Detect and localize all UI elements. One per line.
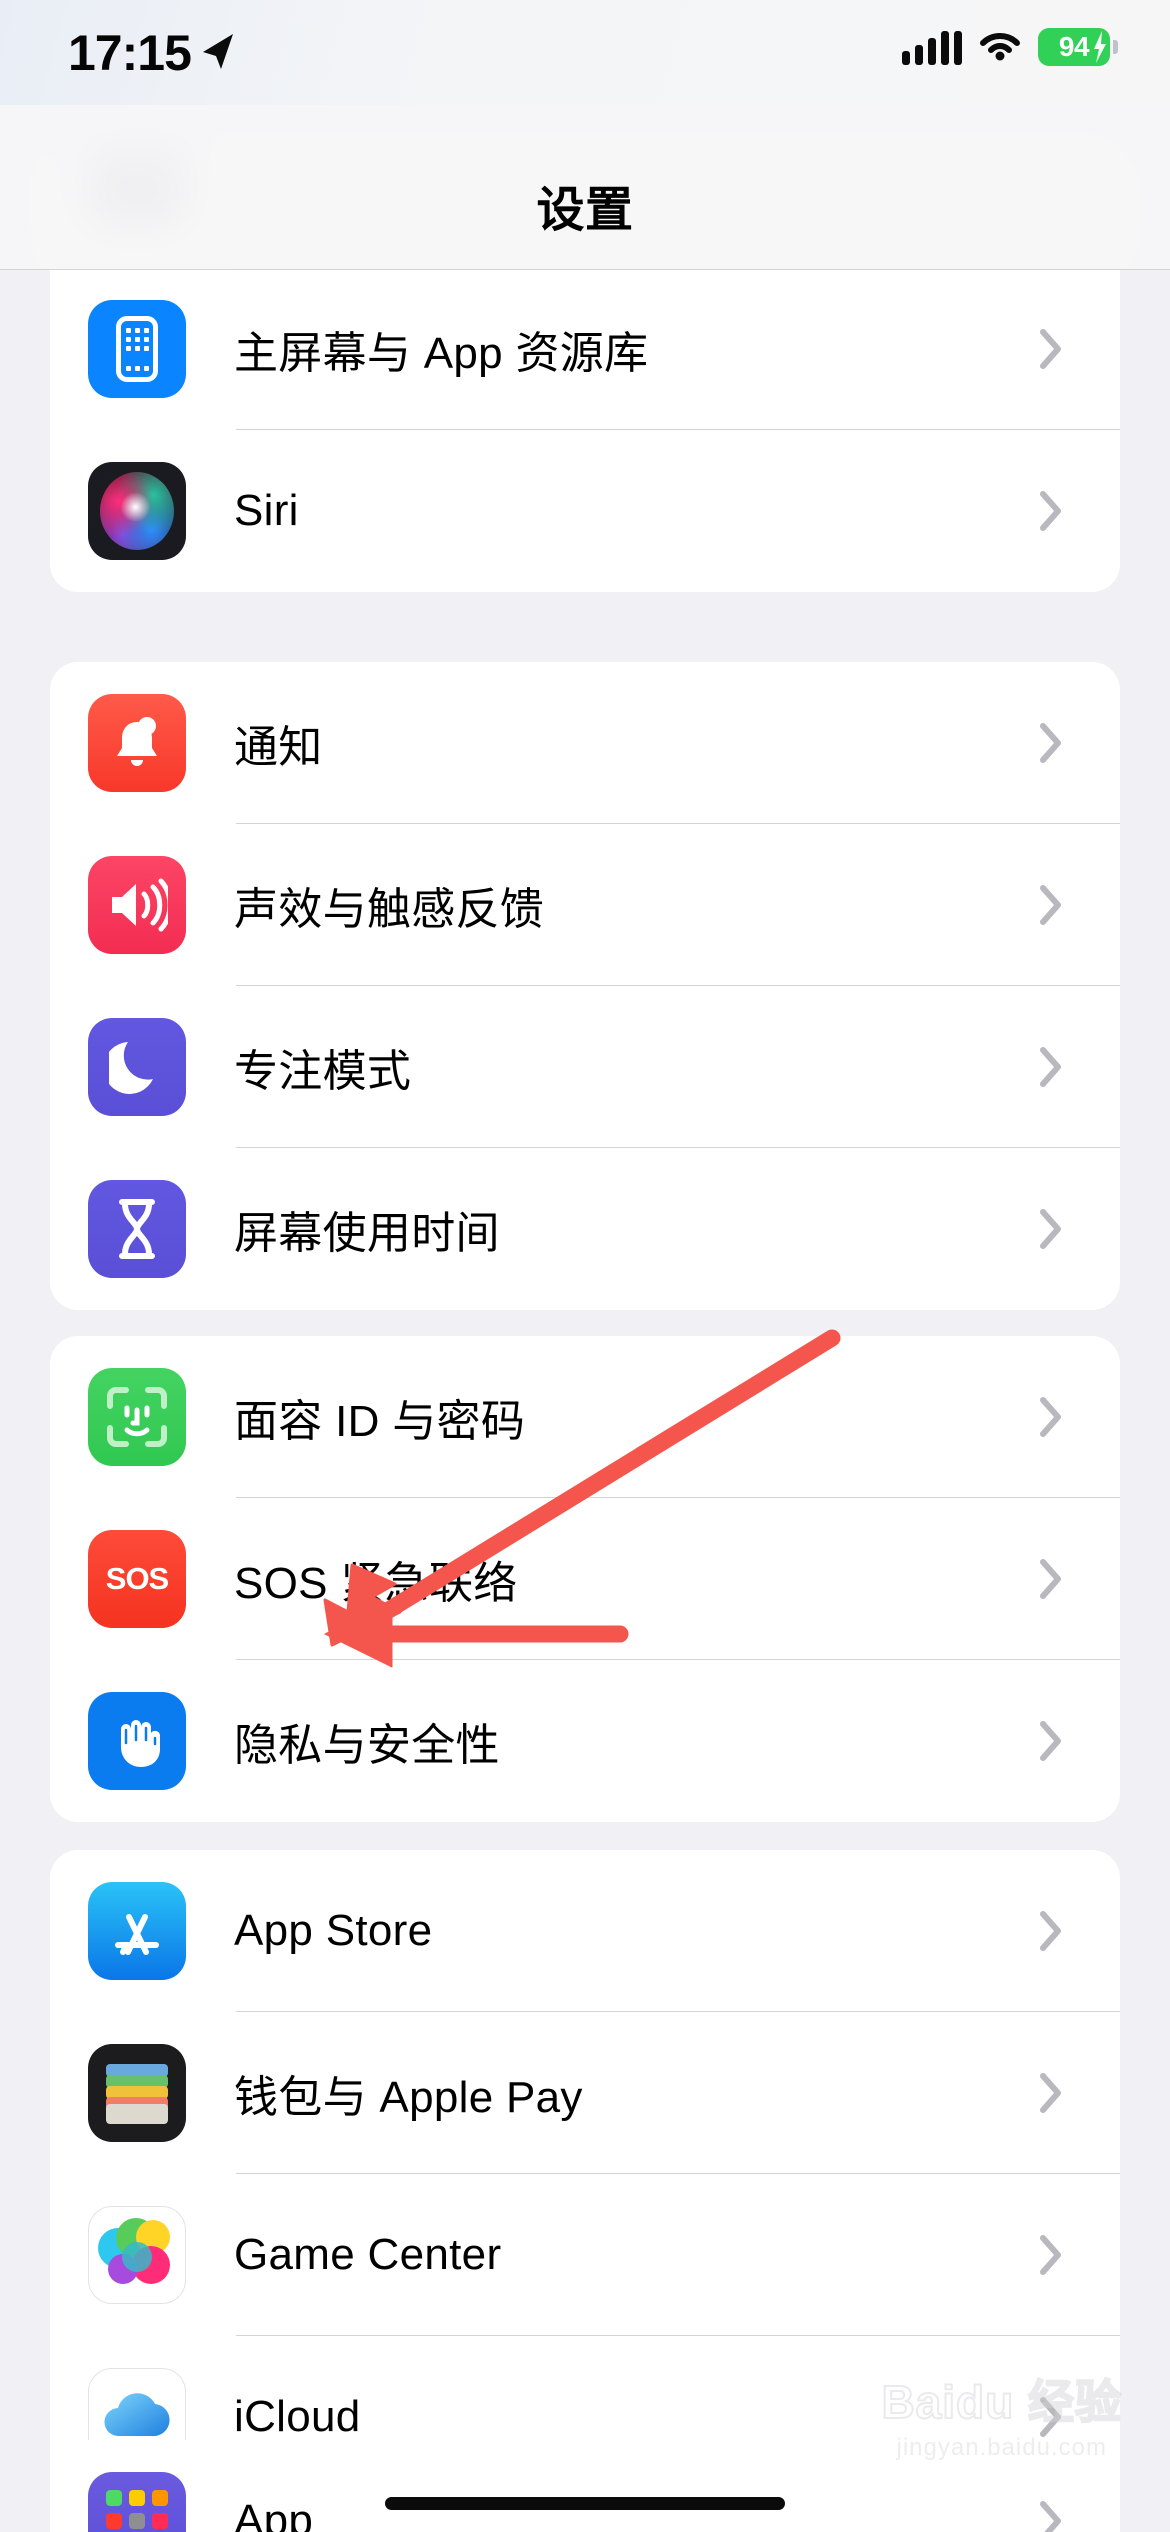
row-label: 隐私与安全性 <box>234 1721 500 1770</box>
settings-row-notifications[interactable]: 通知 <box>50 662 1120 824</box>
settings-group-2: 通知 声效与触感反馈 专注模式 屏幕使用时间 <box>50 662 1120 1310</box>
chevron-right-icon <box>1040 885 1062 925</box>
wallet-icon <box>88 2044 186 2142</box>
speaker-icon <box>88 856 186 954</box>
chevron-right-icon <box>1040 2235 1062 2275</box>
home-screen-icon <box>88 300 186 398</box>
settings-row-sounds[interactable]: 声效与触感反馈 <box>50 824 1120 986</box>
status-time: 17:15 <box>68 25 192 81</box>
chevron-right-icon <box>1040 1559 1062 1599</box>
battery-percent-label: 94 <box>1058 31 1090 62</box>
home-indicator-bar <box>385 2497 785 2510</box>
settings-row-wallet[interactable]: 钱包与 Apple Pay <box>50 2012 1120 2174</box>
status-indicators: 94 <box>902 28 1118 66</box>
bell-icon <box>88 694 186 792</box>
settings-row-app-store[interactable]: App Store <box>50 1850 1120 2012</box>
chevron-right-icon <box>1040 1397 1062 1437</box>
settings-row-game-center[interactable]: Game Center <box>50 2174 1120 2336</box>
row-label: Game Center <box>234 2230 502 2279</box>
chevron-right-icon <box>1040 329 1062 369</box>
settings-group-4: App Store 钱包与 Apple Pay Game Center iClo… <box>50 1850 1120 2498</box>
settings-row-apps[interactable]: App <box>50 2440 1120 2532</box>
settings-group-5: App <box>50 2440 1120 2532</box>
sos-icon: SOS <box>88 1530 186 1628</box>
hand-privacy-icon <box>88 1692 186 1790</box>
settings-group-3: 面容 ID 与密码 SOS SOS 紧急联络 隐私与安全性 <box>50 1336 1120 1822</box>
hourglass-icon <box>88 1180 186 1278</box>
row-label: 声效与触感反馈 <box>234 885 545 934</box>
siri-orb-icon <box>88 462 186 560</box>
settings-scroll-view[interactable]: 主屏幕与 App 资源库 Siri 通知 声效与触感反馈 专注模式 屏幕使用时间… <box>0 0 1170 2532</box>
wifi-icon <box>979 29 1021 66</box>
location-arrow-icon <box>199 30 237 72</box>
lightning-bolt-icon <box>1094 31 1106 63</box>
moon-icon <box>88 1018 186 1116</box>
chevron-right-icon <box>1040 1721 1062 1761</box>
status-bar: 17:15 94 <box>0 0 1170 105</box>
row-label: 专注模式 <box>234 1047 412 1096</box>
game-center-icon <box>88 2206 186 2304</box>
chevron-right-icon <box>1040 2501 1062 2532</box>
chevron-right-icon <box>1040 491 1062 531</box>
row-label: 屏幕使用时间 <box>234 1209 500 1258</box>
iphone-settings-screen: 主屏幕与 App 资源库 Siri 通知 声效与触感反馈 专注模式 屏幕使用时间… <box>0 0 1170 2532</box>
cellular-signal-icon <box>902 29 962 65</box>
chevron-right-icon <box>1040 2073 1062 2113</box>
settings-row-home-screen[interactable]: 主屏幕与 App 资源库 <box>50 268 1120 430</box>
face-id-icon <box>88 1368 186 1466</box>
row-label: App <box>234 2496 314 2532</box>
row-label: App Store <box>234 1906 433 1955</box>
chevron-right-icon <box>1040 1209 1062 1249</box>
settings-row-privacy-security[interactable]: 隐私与安全性 <box>50 1660 1120 1822</box>
row-label: 钱包与 Apple Pay <box>234 2073 583 2122</box>
settings-row-emergency-sos[interactable]: SOS SOS 紧急联络 <box>50 1498 1120 1660</box>
settings-row-focus[interactable]: 专注模式 <box>50 986 1120 1148</box>
sos-icon-text: SOS <box>105 1561 169 1596</box>
row-label: 通知 <box>234 723 323 772</box>
page-title: 设置 <box>536 184 634 237</box>
settings-row-siri[interactable]: Siri <box>50 430 1120 592</box>
row-label: 面容 ID 与密码 <box>234 1397 526 1446</box>
row-label: Siri <box>234 486 299 535</box>
row-label: iCloud <box>234 2392 361 2441</box>
settings-row-screen-time[interactable]: 屏幕使用时间 <box>50 1148 1120 1310</box>
chevron-right-icon <box>1040 1047 1062 1087</box>
chevron-right-icon <box>1040 1911 1062 1951</box>
app-store-icon <box>88 1882 186 1980</box>
row-label: 主屏幕与 App 资源库 <box>234 329 649 378</box>
apps-grid-icon <box>88 2472 186 2532</box>
chevron-right-icon <box>1040 723 1062 763</box>
chevron-right-icon <box>1040 2397 1062 2437</box>
row-label: SOS 紧急联络 <box>234 1559 518 1608</box>
settings-row-face-id[interactable]: 面容 ID 与密码 <box>50 1336 1120 1498</box>
battery-indicator: 94 <box>1038 28 1118 66</box>
